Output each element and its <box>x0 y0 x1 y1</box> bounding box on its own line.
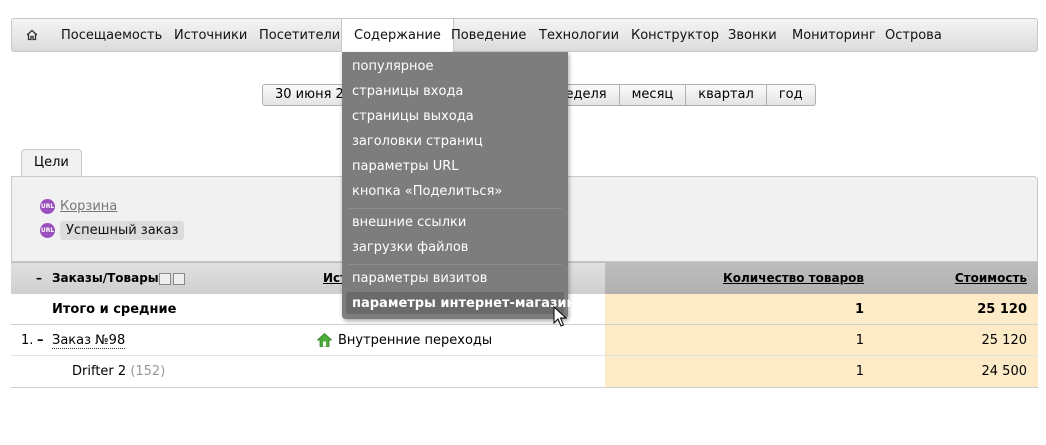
nav-item-technologies[interactable]: Технологии <box>539 19 619 52</box>
goal-cart: URL Корзина <box>40 199 117 214</box>
url-badge-icon: URL <box>40 223 55 238</box>
menu-divider <box>348 208 562 209</box>
goal-success-order: URL Успешный заказ <box>40 221 185 240</box>
nav-item-monitoring[interactable]: Мониторинг <box>792 19 876 52</box>
nav-item-constructor[interactable]: Конструктор <box>631 19 719 52</box>
column-orders-products: Заказы/Товары <box>52 271 159 285</box>
row-quantity: 1 <box>855 364 864 379</box>
top-navigation: Посещаемость Источники Посетители Содерж… <box>11 18 1038 52</box>
menu-item-entry-pages[interactable]: страницы входа <box>352 82 463 102</box>
content-dropdown-menu: популярное страницы входа страницы выход… <box>342 52 593 319</box>
column-quantity[interactable]: Количество товаров <box>723 271 864 285</box>
table-view-icon[interactable] <box>173 273 185 285</box>
goal-link-cart[interactable]: Корзина <box>60 199 117 214</box>
row-index: 1. <box>21 333 34 348</box>
filter-icon[interactable] <box>159 273 171 285</box>
nav-item-behavior[interactable]: Поведение <box>451 19 526 52</box>
table-row: 1. – Заказ №98 Внутренние переходы 1 25 … <box>11 325 1038 356</box>
period-month[interactable]: месяц <box>618 85 686 105</box>
menu-item-url-params[interactable]: параметры URL <box>352 157 459 177</box>
period-quarter[interactable]: квартал <box>685 85 766 105</box>
nav-item-visitors[interactable]: Посетители <box>259 19 340 52</box>
total-quantity: 1 <box>854 302 864 317</box>
product-label: Drifter 2 <box>72 364 127 379</box>
table-row: Drifter 2 (152) 1 24 500 <box>11 356 1038 388</box>
row-quantity: 1 <box>855 333 864 348</box>
nav-item-islands[interactable]: Острова <box>885 19 942 52</box>
home-icon <box>26 29 38 41</box>
nav-item-sources[interactable]: Источники <box>174 19 247 52</box>
row-cost: 24 500 <box>981 364 1028 379</box>
menu-item-exit-pages[interactable]: страницы выхода <box>352 107 474 127</box>
row-collapse-button[interactable]: – <box>37 333 44 348</box>
home-tab[interactable] <box>12 19 48 52</box>
menu-item-visit-params[interactable]: параметры визитов <box>352 269 487 289</box>
internal-transitions-icon <box>317 333 332 347</box>
menu-item-file-downloads[interactable]: загрузки файлов <box>352 238 468 258</box>
product-count: (152) <box>130 364 166 379</box>
menu-divider <box>348 264 562 265</box>
mouse-cursor-icon <box>553 306 567 327</box>
row-cost: 25 120 <box>981 333 1028 348</box>
menu-item-popular[interactable]: популярное <box>352 57 433 77</box>
tab-goals[interactable]: Цели <box>21 149 82 177</box>
total-cost: 25 120 <box>977 302 1027 317</box>
period-year[interactable]: год <box>765 85 815 105</box>
menu-item-external-links[interactable]: внешние ссылки <box>352 213 466 233</box>
menu-item-page-titles[interactable]: заголовки страниц <box>352 132 483 152</box>
row-source: Внутренние переходы <box>338 333 493 348</box>
nav-item-calls[interactable]: Звонки <box>728 19 777 52</box>
nav-item-content[interactable]: Содержание <box>341 19 454 52</box>
product-name: Drifter 2 (152) <box>72 364 165 379</box>
goal-selected-success-order[interactable]: Успешный заказ <box>60 221 185 240</box>
column-cost[interactable]: Стоимость <box>955 271 1027 285</box>
url-badge-icon: URL <box>40 199 55 214</box>
collapse-all-button[interactable]: – <box>36 271 42 285</box>
nav-item-attendance[interactable]: Посещаемость <box>61 19 162 52</box>
total-label: Итого и средние <box>52 302 177 317</box>
order-link[interactable]: Заказ №98 <box>52 333 126 349</box>
menu-item-share-button[interactable]: кнопка «Поделиться» <box>352 182 502 202</box>
